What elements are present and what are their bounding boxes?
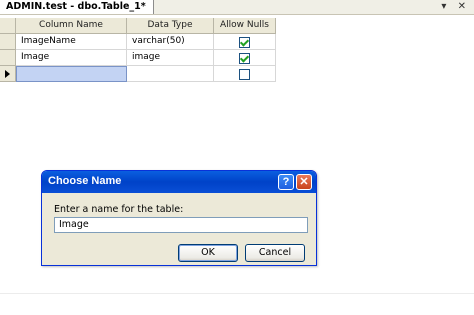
help-icon[interactable]: ?	[278, 174, 294, 190]
row-selector-current[interactable]	[0, 66, 16, 82]
column-name-cell[interactable]: ImageName	[16, 34, 127, 50]
ok-button[interactable]: OK	[178, 244, 238, 262]
allow-nulls-checkbox[interactable]	[239, 53, 250, 64]
dialog-titlebar[interactable]: Choose Name ? ✕	[42, 171, 316, 193]
choose-name-dialog: Choose Name ? ✕ Enter a name for the tab…	[41, 170, 317, 266]
row-selector[interactable]	[0, 34, 16, 50]
cancel-button[interactable]: Cancel	[245, 244, 305, 262]
tab-controls: ▾ ✕	[433, 0, 466, 14]
current-row-arrow-icon	[5, 70, 10, 78]
allow-nulls-checkbox[interactable]	[239, 37, 250, 48]
data-type-cell[interactable]: varchar(50)	[127, 34, 214, 50]
column-name-header[interactable]: Column Name	[16, 18, 127, 34]
dropdown-icon[interactable]: ▾	[441, 1, 446, 12]
close-icon[interactable]: ✕	[296, 174, 312, 190]
header-corner	[0, 18, 16, 34]
dialog-title: Choose Name	[48, 175, 122, 187]
table-name-label: Enter a name for the table:	[54, 204, 184, 215]
allow-nulls-cell	[214, 34, 276, 50]
data-type-cell[interactable]: image	[127, 50, 214, 66]
allow-nulls-cell	[214, 50, 276, 66]
allow-nulls-cell	[214, 66, 276, 82]
document-tab-strip: ADMIN.test - dbo.Table_1* ▾ ✕	[0, 0, 474, 15]
document-tab[interactable]: ADMIN.test - dbo.Table_1*	[0, 0, 154, 14]
close-tab-icon[interactable]: ✕	[458, 1, 466, 12]
divider	[0, 293, 474, 294]
column-name-cell[interactable]	[16, 66, 127, 82]
data-type-cell[interactable]	[127, 66, 214, 82]
table-name-input[interactable]: Image	[54, 217, 308, 233]
column-name-cell[interactable]: Image	[16, 50, 127, 66]
allow-nulls-checkbox[interactable]	[239, 69, 250, 80]
row-selector[interactable]	[0, 50, 16, 66]
data-type-header[interactable]: Data Type	[127, 18, 214, 34]
allow-nulls-header[interactable]: Allow Nulls	[214, 18, 276, 34]
